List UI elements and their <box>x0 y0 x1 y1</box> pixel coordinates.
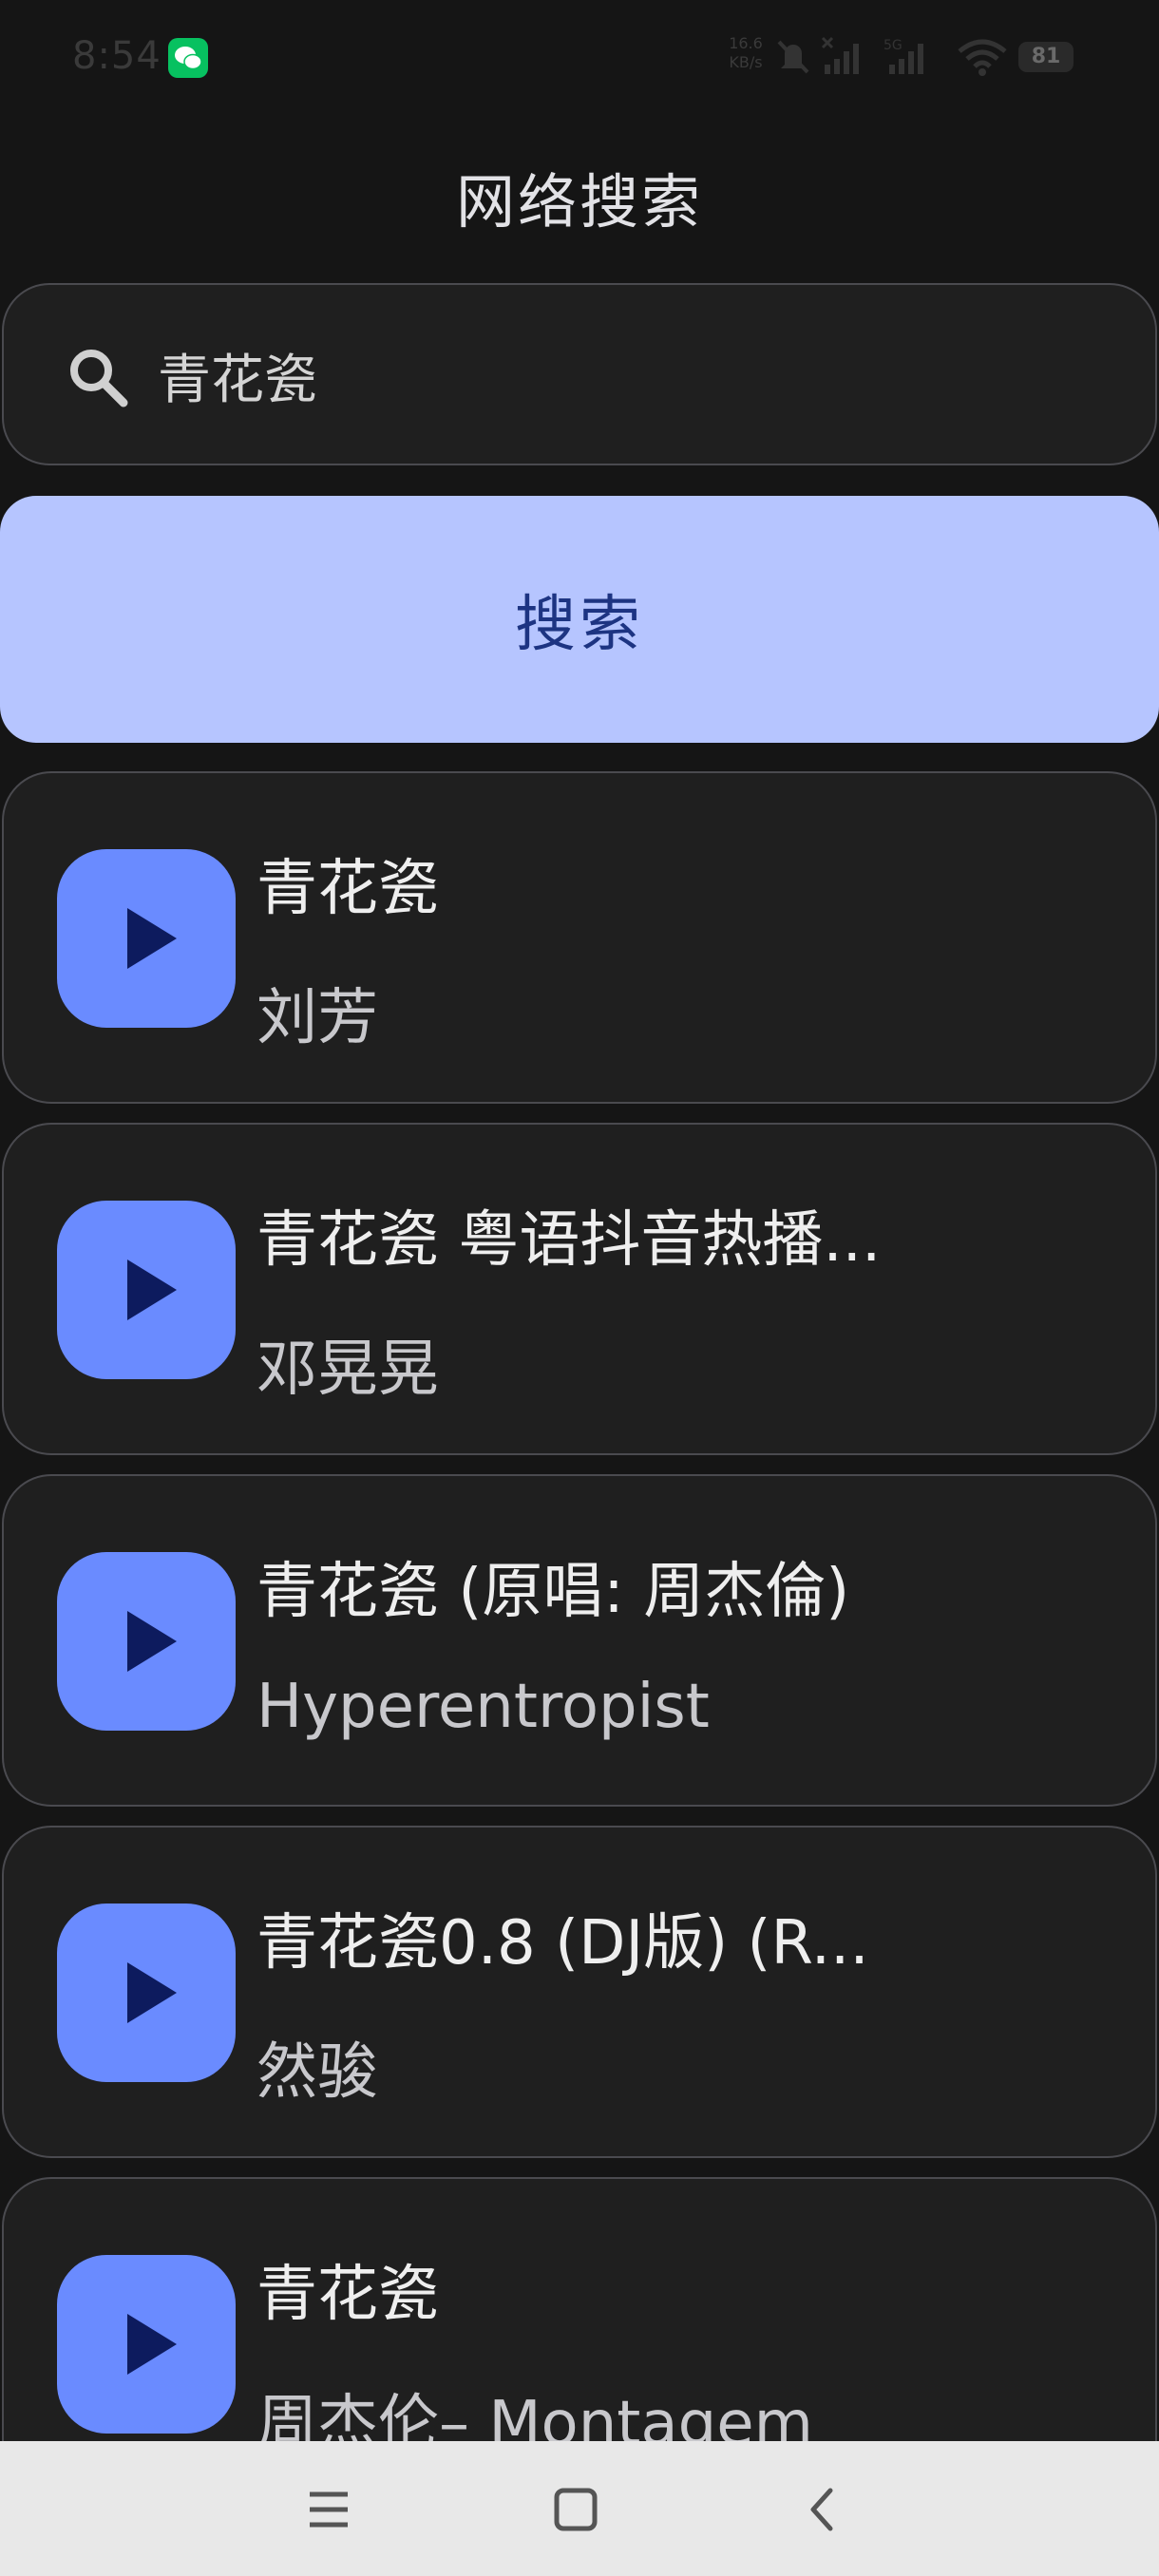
svg-text:5G: 5G <box>884 38 902 53</box>
result-item[interactable]: 青花瓷 周杰伦– Montagem <box>2 2177 1157 2441</box>
result-list: 青花瓷 刘芳 青花瓷 粤语抖音热播... 邓晃晃 青花瓷 (原唱: 周杰倫) H… <box>0 771 1159 2441</box>
song-artist: 刘芳 <box>256 983 378 1053</box>
result-item[interactable]: 青花瓷0.8 (DJ版) (R... 然骏 <box>2 1826 1157 2158</box>
play-icon <box>127 2314 177 2375</box>
song-title: 青花瓷 粤语抖音热播... <box>256 1205 882 1276</box>
status-time: 8:54 <box>72 34 162 78</box>
song-title: 青花瓷 (原唱: 周杰倫) <box>256 1557 850 1627</box>
no-signal-icon <box>821 36 859 74</box>
song-artist: 邓晃晃 <box>256 1335 439 1405</box>
net-speed: 16.6 KB/s <box>729 34 763 71</box>
mute-icon <box>777 40 809 74</box>
song-title: 青花瓷 <box>256 2260 439 2330</box>
search-icon <box>70 350 128 407</box>
home-icon[interactable] <box>547 2481 604 2538</box>
song-artist: 然骏 <box>256 2037 378 2108</box>
song-artist: Hyperentropist <box>256 1672 710 1742</box>
play-icon <box>127 1611 177 1672</box>
song-artist: 周杰伦– Montagem <box>256 2389 813 2441</box>
play-button[interactable] <box>57 1904 236 2082</box>
wechat-icon <box>168 38 208 78</box>
menu-icon[interactable] <box>300 2481 357 2538</box>
play-icon <box>127 1962 177 2023</box>
result-item[interactable]: 青花瓷 刘芳 <box>2 771 1157 1104</box>
navigation-bar <box>0 2441 1159 2576</box>
signal-icon: 5G <box>884 38 923 74</box>
play-button[interactable] <box>57 1552 236 1731</box>
play-icon <box>127 1260 177 1320</box>
wifi-icon <box>958 39 1007 76</box>
page-title: 网络搜索 <box>455 167 703 237</box>
song-title: 青花瓷0.8 (DJ版) (R... <box>256 1908 869 1979</box>
status-bar: 8:54 16.6 KB/s 5G 81 <box>0 0 1159 114</box>
play-button[interactable] <box>57 2255 236 2434</box>
result-item[interactable]: 青花瓷 粤语抖音热播... 邓晃晃 <box>2 1123 1157 1455</box>
result-item[interactable]: 青花瓷 (原唱: 周杰倫) Hyperentropist <box>2 1474 1157 1807</box>
play-button[interactable] <box>57 1201 236 1379</box>
search-field[interactable] <box>2 283 1157 465</box>
search-input[interactable] <box>158 323 1108 427</box>
song-title: 青花瓷 <box>256 854 439 924</box>
battery-icon: 81 <box>1018 42 1074 72</box>
play-icon <box>127 908 177 969</box>
play-button[interactable] <box>57 849 236 1028</box>
search-button[interactable]: 搜索 <box>0 496 1159 743</box>
back-icon[interactable] <box>794 2481 851 2538</box>
